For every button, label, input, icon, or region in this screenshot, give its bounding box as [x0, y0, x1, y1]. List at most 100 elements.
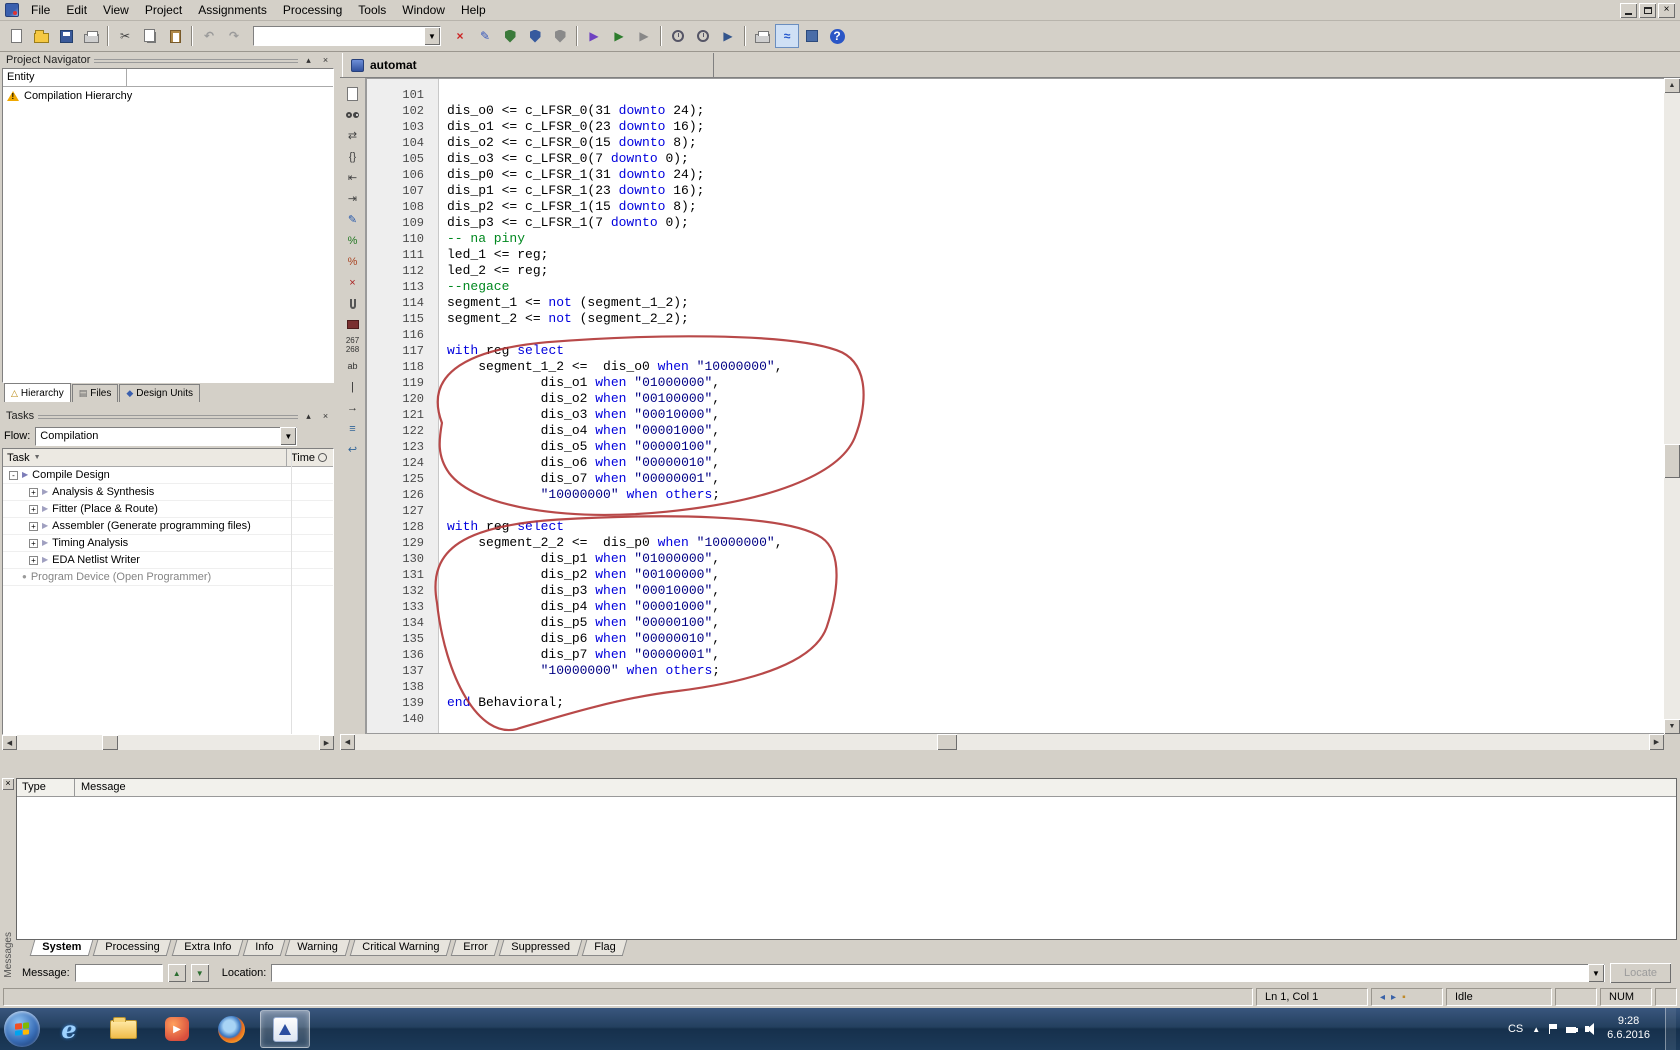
code-line[interactable]: dis_o2 when "00100000", — [447, 391, 1664, 407]
scrollbar-track[interactable] — [355, 734, 1649, 750]
scroll-left-icon[interactable]: ◀ — [2, 735, 17, 750]
action-center-flag-icon[interactable] — [1549, 1024, 1557, 1034]
comment-selection-icon[interactable]: % — [342, 231, 364, 250]
text-cursor-icon[interactable]: | — [342, 377, 364, 396]
filter-icon[interactable]: ▼ — [34, 454, 41, 461]
messages-tab-critical-warning[interactable]: Critical Warning — [349, 940, 451, 956]
messages-tab-suppressed[interactable]: Suppressed — [499, 940, 582, 956]
edit-pen-icon[interactable]: ✎ — [342, 210, 364, 229]
taskbar-clock[interactable]: 9:28 6.6.2016 — [1607, 1015, 1650, 1043]
attach-icon[interactable] — [342, 294, 364, 313]
task-row[interactable]: -▶Compile Design — [3, 467, 333, 484]
code-line[interactable]: dis_o1 when "01000000", — [447, 375, 1664, 391]
nav-back-icon[interactable]: ◂ — [1380, 992, 1385, 1003]
stop-processing-icon[interactable]: × — [448, 24, 472, 48]
panel-collapse-icon[interactable]: ▴ — [302, 54, 315, 66]
scrollbar-thumb[interactable] — [937, 734, 957, 750]
chevron-down-icon[interactable]: ▼ — [424, 27, 440, 45]
menu-file[interactable]: File — [23, 1, 58, 19]
code-line[interactable]: dis_p3 <= c_LFSR_1(7 downto 0); — [447, 215, 1664, 231]
code-line[interactable]: with reg select — [447, 519, 1664, 535]
find-icon[interactable] — [342, 105, 364, 124]
messages-close-icon[interactable]: × — [2, 778, 14, 790]
chevron-down-icon[interactable]: ▼ — [1588, 964, 1604, 982]
code-line[interactable]: "10000000" when others; — [447, 663, 1664, 679]
insert-braces-icon[interactable]: {} — [342, 147, 364, 166]
settings-shield-icon[interactable] — [523, 24, 547, 48]
flow-combobox[interactable]: Compilation ▼ — [35, 427, 297, 446]
expander-minus-icon[interactable]: - — [9, 471, 18, 480]
nav-forward-icon[interactable]: ▸ — [1391, 992, 1396, 1003]
menu-window[interactable]: Window — [394, 1, 453, 19]
task-row[interactable]: +▶Fitter (Place & Route) — [3, 501, 333, 518]
code-line[interactable]: dis_p7 when "00000001", — [447, 647, 1664, 663]
code-line[interactable] — [447, 679, 1664, 695]
start-analysis-icon[interactable]: ▶ — [607, 24, 631, 48]
code-line[interactable]: dis_p2 when "00100000", — [447, 567, 1664, 583]
task-row[interactable]: +▶Analysis & Synthesis — [3, 484, 333, 501]
code-line[interactable] — [447, 503, 1664, 519]
outline-view-icon[interactable]: ≡ — [342, 419, 364, 438]
tasks-horizontal-scrollbar[interactable]: ◀ ▶ — [2, 735, 334, 750]
taskbar-internet-explorer[interactable]: e — [44, 1010, 94, 1048]
redo-icon[interactable]: ↷ — [222, 24, 246, 48]
timequest-icon[interactable] — [666, 24, 690, 48]
panel-close-icon[interactable]: × — [319, 410, 332, 422]
sidebar-tab-files[interactable]: ▤Files — [72, 384, 119, 402]
chevron-down-icon[interactable]: ▼ — [280, 427, 296, 445]
message-column-header[interactable]: Message — [75, 779, 1676, 796]
scrollbar-thumb[interactable] — [102, 735, 118, 750]
paste-icon[interactable] — [163, 24, 187, 48]
code-line[interactable]: led_1 <= reg; — [447, 247, 1664, 263]
menu-edit[interactable]: Edit — [58, 1, 95, 19]
code-line[interactable]: dis_o7 when "00000001", — [447, 471, 1664, 487]
restore-button[interactable] — [1639, 3, 1656, 18]
volume-icon[interactable] — [1585, 1023, 1598, 1035]
code-line[interactable]: dis_o3 <= c_LFSR_0(7 downto 0); — [447, 151, 1664, 167]
scroll-up-icon[interactable]: ▲ — [1664, 78, 1680, 93]
code-line[interactable]: dis_o3 when "00010000", — [447, 407, 1664, 423]
code-line[interactable]: dis_p6 when "00000010", — [447, 631, 1664, 647]
time-column-header[interactable]: Time — [287, 449, 333, 466]
task-row[interactable]: ●Program Device (Open Programmer) — [3, 569, 333, 586]
taskbar-file-explorer[interactable] — [98, 1010, 148, 1048]
open-folder-icon[interactable] — [29, 24, 53, 48]
messages-tab-warning[interactable]: Warning — [285, 940, 350, 956]
scroll-right-icon[interactable]: ▶ — [1649, 734, 1664, 750]
power-icon[interactable] — [1566, 1027, 1576, 1033]
code-line[interactable]: dis_o4 when "00001000", — [447, 423, 1664, 439]
code-line[interactable]: end Behavioral; — [447, 695, 1664, 711]
expander-plus-icon[interactable]: + — [29, 488, 38, 497]
task-row[interactable]: +▶EDA Netlist Writer — [3, 552, 333, 569]
insert-template-icon[interactable] — [342, 315, 364, 334]
minimize-button[interactable] — [1620, 3, 1637, 18]
undo-icon[interactable]: ↶ — [197, 24, 221, 48]
pin-planner-shield-icon[interactable] — [498, 24, 522, 48]
previous-message-icon[interactable]: ▲ — [168, 964, 186, 982]
taskbar-firefox[interactable] — [206, 1010, 256, 1048]
code-line[interactable]: dis_o2 <= c_LFSR_0(15 downto 8); — [447, 135, 1664, 151]
type-column-header[interactable]: Type — [17, 779, 75, 796]
menu-project[interactable]: Project — [137, 1, 190, 19]
code-line[interactable]: segment_2_2 <= dis_p0 when "10000000", — [447, 535, 1664, 551]
code-line[interactable]: -- na piny — [447, 231, 1664, 247]
panel-collapse-icon[interactable]: ▴ — [302, 410, 315, 422]
uncomment-selection-icon[interactable]: % — [342, 252, 364, 271]
project-combobox[interactable]: ▼ — [253, 26, 441, 46]
next-message-icon[interactable]: ▼ — [191, 964, 209, 982]
revert-icon[interactable]: ↩ — [342, 440, 364, 459]
messages-tab-flag[interactable]: Flag — [582, 940, 628, 956]
message-counter-field[interactable] — [75, 964, 163, 982]
panel-close-icon[interactable]: × — [319, 54, 332, 66]
compilation-hierarchy-row[interactable]: Compilation Hierarchy — [3, 87, 333, 105]
expander-plus-icon[interactable]: + — [29, 539, 38, 548]
scrollbar-track[interactable] — [1664, 93, 1680, 719]
word-wrap-icon[interactable]: ab — [342, 356, 364, 375]
programmer-icon[interactable] — [750, 24, 774, 48]
code-line[interactable] — [447, 711, 1664, 727]
task-row[interactable]: +▶Assembler (Generate programming files) — [3, 518, 333, 535]
show-hidden-icons-icon[interactable]: ▲ — [1532, 1025, 1540, 1034]
scroll-left-icon[interactable]: ◀ — [340, 734, 355, 750]
new-document-icon[interactable] — [342, 84, 364, 103]
code-line[interactable]: segment_2 <= not (segment_2_2); — [447, 311, 1664, 327]
